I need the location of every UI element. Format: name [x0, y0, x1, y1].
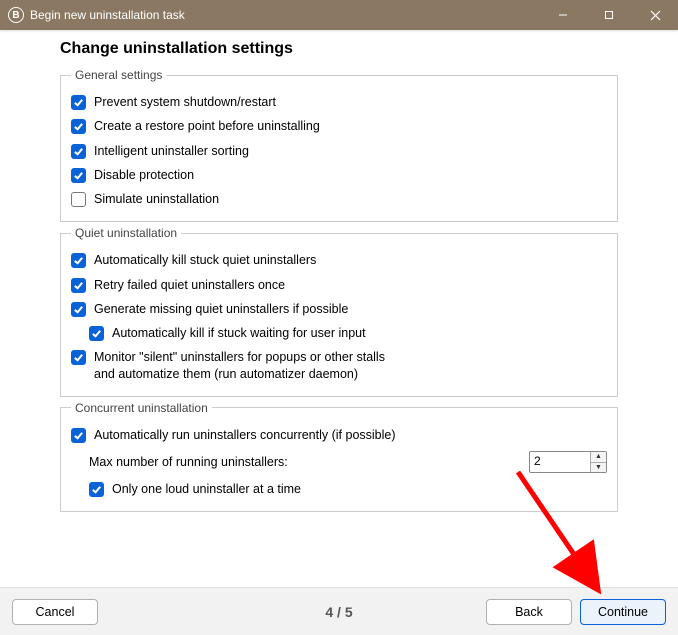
- opt-only-one-loud[interactable]: Only one loud uninstaller at a time: [71, 477, 607, 501]
- opt-monitor-silent[interactable]: Monitor "silent" uninstallers for popups…: [71, 345, 607, 386]
- label-auto-kill-waiting: Automatically kill if stuck waiting for …: [112, 325, 366, 341]
- max-running-value[interactable]: 2: [530, 452, 590, 472]
- minimize-button[interactable]: [540, 0, 586, 30]
- general-settings-legend: General settings: [71, 68, 166, 82]
- spin-up-icon[interactable]: ▲: [591, 452, 606, 463]
- checkbox-monitor-silent[interactable]: [71, 350, 86, 365]
- label-retry-failed: Retry failed quiet uninstallers once: [94, 277, 285, 293]
- label-monitor-silent: Monitor "silent" uninstallers for popups…: [94, 349, 394, 382]
- opt-run-concurrent[interactable]: Automatically run uninstallers concurren…: [71, 423, 607, 447]
- general-settings-group: General settings Prevent system shutdown…: [60, 68, 618, 222]
- content-area: Change uninstallation settings General s…: [0, 30, 678, 512]
- opt-disable-protection[interactable]: Disable protection: [71, 163, 607, 187]
- label-generate-missing: Generate missing quiet uninstallers if p…: [94, 301, 348, 317]
- window-title: Begin new uninstallation task: [30, 8, 185, 22]
- max-running-spin: ▲ ▼: [590, 452, 606, 472]
- opt-restore-point[interactable]: Create a restore point before uninstalli…: [71, 114, 607, 138]
- opt-generate-missing[interactable]: Generate missing quiet uninstallers if p…: [71, 297, 607, 321]
- app-icon: B: [8, 7, 24, 23]
- label-restore-point: Create a restore point before uninstalli…: [94, 118, 320, 134]
- checkbox-prevent-shutdown[interactable]: [71, 95, 86, 110]
- quiet-uninstallation-group: Quiet uninstallation Automatically kill …: [60, 226, 618, 397]
- maximize-button[interactable]: [586, 0, 632, 30]
- concurrent-uninstallation-group: Concurrent uninstallation Automatically …: [60, 401, 618, 513]
- checkbox-retry-failed[interactable]: [71, 278, 86, 293]
- label-disable-protection: Disable protection: [94, 167, 194, 183]
- opt-prevent-shutdown[interactable]: Prevent system shutdown/restart: [71, 90, 607, 114]
- spin-down-icon[interactable]: ▼: [591, 463, 606, 473]
- label-run-concurrent: Automatically run uninstallers concurren…: [94, 427, 396, 443]
- opt-simulate[interactable]: Simulate uninstallation: [71, 187, 607, 211]
- label-intelligent-sort: Intelligent uninstaller sorting: [94, 143, 249, 159]
- checkbox-run-concurrent[interactable]: [71, 428, 86, 443]
- opt-kill-stuck[interactable]: Automatically kill stuck quiet uninstall…: [71, 248, 607, 272]
- label-simulate: Simulate uninstallation: [94, 191, 219, 207]
- opt-auto-kill-waiting[interactable]: Automatically kill if stuck waiting for …: [71, 321, 607, 345]
- concurrent-uninstallation-legend: Concurrent uninstallation: [71, 401, 212, 415]
- cancel-button[interactable]: Cancel: [12, 599, 98, 625]
- max-running-stepper[interactable]: 2 ▲ ▼: [529, 451, 607, 473]
- checkbox-simulate[interactable]: [71, 192, 86, 207]
- checkbox-restore-point[interactable]: [71, 119, 86, 134]
- label-prevent-shutdown: Prevent system shutdown/restart: [94, 94, 276, 110]
- checkbox-generate-missing[interactable]: [71, 302, 86, 317]
- page-title: Change uninstallation settings: [60, 40, 618, 58]
- opt-retry-failed[interactable]: Retry failed quiet uninstallers once: [71, 273, 607, 297]
- close-button[interactable]: [632, 0, 678, 30]
- back-button[interactable]: Back: [486, 599, 572, 625]
- title-bar: B Begin new uninstallation task: [0, 0, 678, 30]
- label-kill-stuck: Automatically kill stuck quiet uninstall…: [94, 252, 316, 268]
- checkbox-only-one-loud[interactable]: [89, 482, 104, 497]
- checkbox-intelligent-sort[interactable]: [71, 144, 86, 159]
- row-max-running: Max number of running uninstallers: 2 ▲ …: [71, 447, 607, 477]
- checkbox-kill-stuck[interactable]: [71, 253, 86, 268]
- window-controls: [540, 0, 678, 30]
- label-only-one-loud: Only one loud uninstaller at a time: [112, 481, 301, 497]
- opt-intelligent-sort[interactable]: Intelligent uninstaller sorting: [71, 139, 607, 163]
- footer: Cancel 4 / 5 Back Continue: [0, 587, 678, 635]
- checkbox-disable-protection[interactable]: [71, 168, 86, 183]
- continue-button[interactable]: Continue: [580, 599, 666, 625]
- label-max-running: Max number of running uninstallers:: [89, 454, 529, 470]
- quiet-uninstallation-legend: Quiet uninstallation: [71, 226, 181, 240]
- checkbox-auto-kill-waiting[interactable]: [89, 326, 104, 341]
